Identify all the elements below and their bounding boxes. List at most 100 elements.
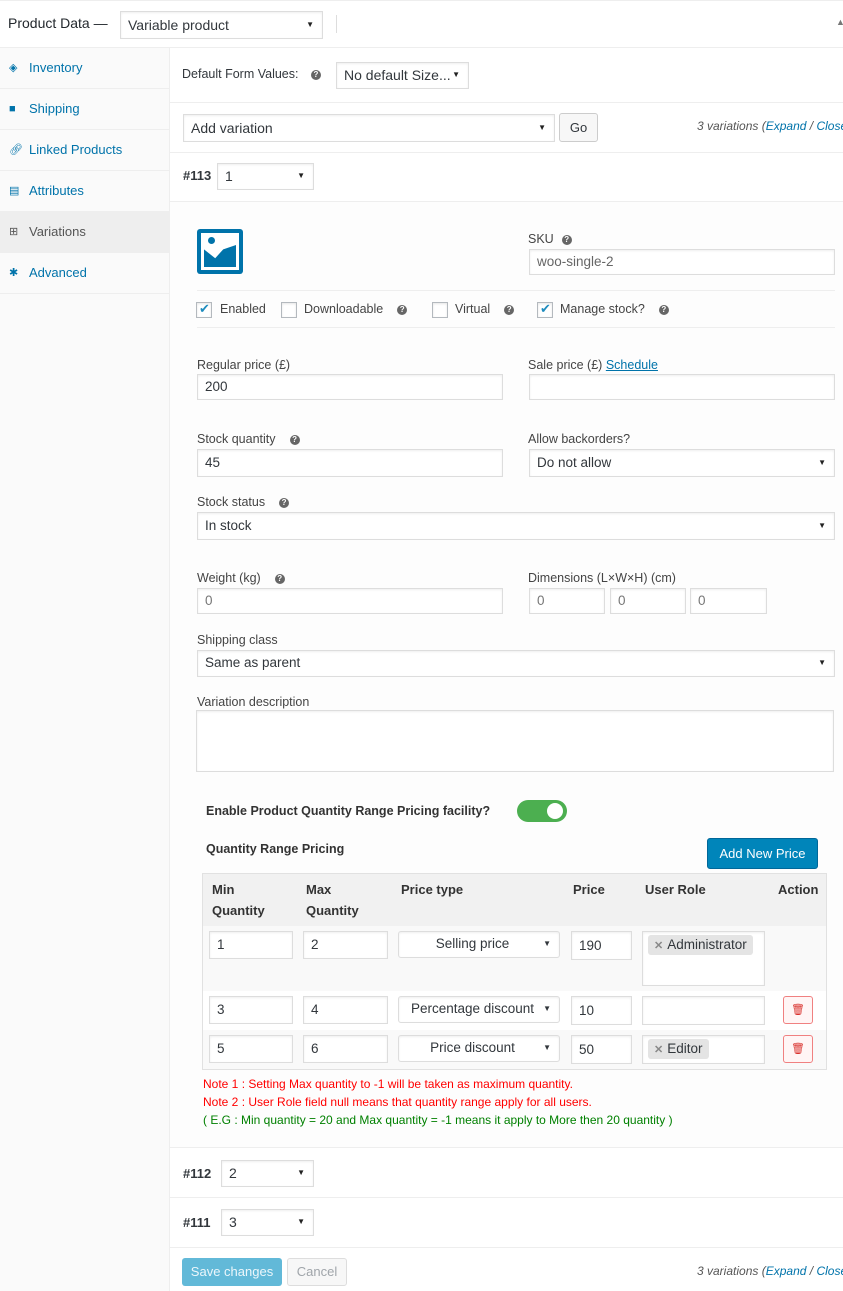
th-max: Max Quantity: [306, 879, 359, 921]
link-icon: 🔗︎: [9, 144, 23, 156]
price-input[interactable]: 50: [571, 1035, 632, 1064]
divider: [170, 1247, 843, 1248]
variation-attribute-select[interactable]: 2: [221, 1160, 314, 1187]
weight-input[interactable]: 0: [197, 588, 503, 614]
caret-down-icon: ▼: [543, 939, 551, 948]
max-value: 4: [311, 1002, 319, 1017]
go-button[interactable]: Go: [559, 113, 598, 142]
qrp-title: Quantity Range Pricing: [206, 842, 345, 856]
remove-tag-icon[interactable]: ✕: [654, 940, 663, 952]
sidebar-item-shipping[interactable]: ■ Shipping: [0, 89, 170, 130]
width-input[interactable]: 0: [610, 588, 686, 614]
caret-down-icon: ▼: [543, 1043, 551, 1052]
variation-attribute-select[interactable]: 1: [217, 163, 314, 190]
remove-tag-icon[interactable]: ✕: [654, 1044, 663, 1056]
enabled-label: Enabled: [220, 302, 266, 316]
sidebar-item-attributes[interactable]: ▤ Attributes: [0, 171, 170, 212]
price-value: 10: [579, 1003, 595, 1018]
price-type-select[interactable]: Price discount ▼: [398, 1035, 560, 1062]
default-size-select[interactable]: No default Size...: [336, 62, 469, 89]
variation-image-icon[interactable]: [197, 229, 243, 274]
price-input[interactable]: 190: [571, 931, 632, 960]
variation-id: #111: [183, 1215, 211, 1230]
collapse-toggle-icon[interactable]: ▲: [836, 17, 843, 27]
variation-attribute-value: 2: [229, 1165, 237, 1181]
regular-price-label: Regular price (£): [197, 358, 291, 372]
default-size-value: No default Size...: [344, 67, 451, 83]
description-textarea[interactable]: [196, 710, 834, 772]
close-link[interactable]: Close: [816, 1264, 843, 1278]
min-qty-input[interactable]: 3: [209, 996, 293, 1024]
variation-attribute-select[interactable]: 3: [221, 1209, 314, 1236]
product-type-select[interactable]: Variable product: [120, 11, 323, 39]
help-icon: ?: [311, 70, 321, 80]
max-value: 6: [311, 1041, 319, 1056]
bulk-action-select[interactable]: Add variation: [183, 114, 555, 142]
regular-price-input[interactable]: 200: [197, 374, 503, 400]
add-new-price-button[interactable]: Add New Price: [707, 838, 818, 869]
sku-input[interactable]: woo-single-2: [529, 249, 835, 275]
th-min: Min Quantity: [212, 879, 265, 921]
enabled-checkbox[interactable]: [196, 301, 212, 318]
role-tag: ✕ Administrator: [648, 935, 753, 955]
min-value: 5: [217, 1041, 225, 1056]
price-type-select[interactable]: Percentage discount ▼: [398, 996, 560, 1023]
downloadable-text: Downloadable: [304, 302, 384, 316]
sidebar-item-inventory[interactable]: ◈ Inventory: [0, 48, 170, 89]
virtual-checkbox[interactable]: [432, 302, 448, 318]
header: Product Data — Variable product ▲: [0, 0, 843, 48]
cancel-button[interactable]: Cancel: [287, 1258, 347, 1286]
close-link[interactable]: Close: [816, 119, 843, 133]
save-changes-button[interactable]: Save changes: [182, 1258, 282, 1286]
go-label: Go: [569, 120, 588, 135]
backorders-select[interactable]: Do not allow: [529, 449, 835, 477]
manage-stock-checkbox[interactable]: [537, 301, 553, 318]
min-qty-input[interactable]: 5: [209, 1035, 293, 1063]
stock-status-select[interactable]: In stock: [197, 512, 835, 540]
stock-qty-label: Stock quantity?: [197, 432, 300, 446]
note-2: Note 2 : User Role field null means that…: [203, 1095, 592, 1109]
height-input[interactable]: 0: [690, 588, 767, 614]
delete-row-button[interactable]: 🗑︎: [783, 1035, 813, 1063]
qrp-enable-toggle[interactable]: [517, 800, 567, 822]
th-max-1: Max: [306, 882, 332, 897]
shipping-class-select[interactable]: Same as parent: [197, 650, 835, 677]
length-input[interactable]: 0: [529, 588, 605, 614]
stock-status-label: Stock status?: [197, 495, 290, 509]
count-text: 3 variations: [697, 1264, 759, 1278]
downloadable-checkbox[interactable]: [281, 302, 297, 318]
backorders-label: Allow backorders?: [528, 432, 631, 446]
price-type-value: Price discount: [430, 1040, 515, 1055]
expand-link[interactable]: Expand: [766, 119, 807, 133]
price-type-select[interactable]: Selling price ▼: [398, 931, 560, 958]
sidebar-item-label: Advanced: [29, 265, 87, 280]
delete-row-button[interactable]: 🗑︎: [783, 996, 813, 1024]
max-qty-input[interactable]: 6: [303, 1035, 388, 1063]
divider: [170, 152, 843, 153]
help-icon: ?: [289, 434, 300, 445]
variation-attribute-value: 3: [229, 1214, 237, 1230]
sidebar-item-linked-products[interactable]: 🔗︎ Linked Products: [0, 130, 170, 171]
manage-stock-text: Manage stock?: [560, 302, 645, 316]
virtual-label: Virtual?: [455, 302, 515, 316]
expand-link[interactable]: Expand: [766, 1264, 807, 1278]
th-min-1: Min: [212, 882, 235, 897]
user-role-select[interactable]: [642, 996, 765, 1025]
role-tag: ✕ Editor: [648, 1039, 709, 1059]
gear-icon: ✱: [9, 267, 19, 279]
length-value: 0: [537, 593, 545, 608]
min-qty-input[interactable]: 1: [209, 931, 293, 959]
max-qty-input[interactable]: 2: [303, 931, 388, 959]
sale-price-input[interactable]: [529, 374, 835, 400]
stock-qty-input[interactable]: 45: [197, 449, 503, 477]
count-text: 3 variations: [697, 119, 759, 133]
max-qty-input[interactable]: 4: [303, 996, 388, 1024]
sidebar-item-advanced[interactable]: ✱ Advanced: [0, 253, 170, 294]
trash-icon: 🗑︎: [791, 1043, 805, 1055]
schedule-link[interactable]: Schedule: [606, 358, 658, 372]
sidebar-item-variations[interactable]: ⊞ Variations: [0, 212, 170, 253]
stock-status-label-text: Stock status: [197, 495, 266, 509]
price-input[interactable]: 10: [571, 996, 632, 1025]
height-value: 0: [698, 593, 706, 608]
regular-price-value: 200: [205, 379, 228, 394]
